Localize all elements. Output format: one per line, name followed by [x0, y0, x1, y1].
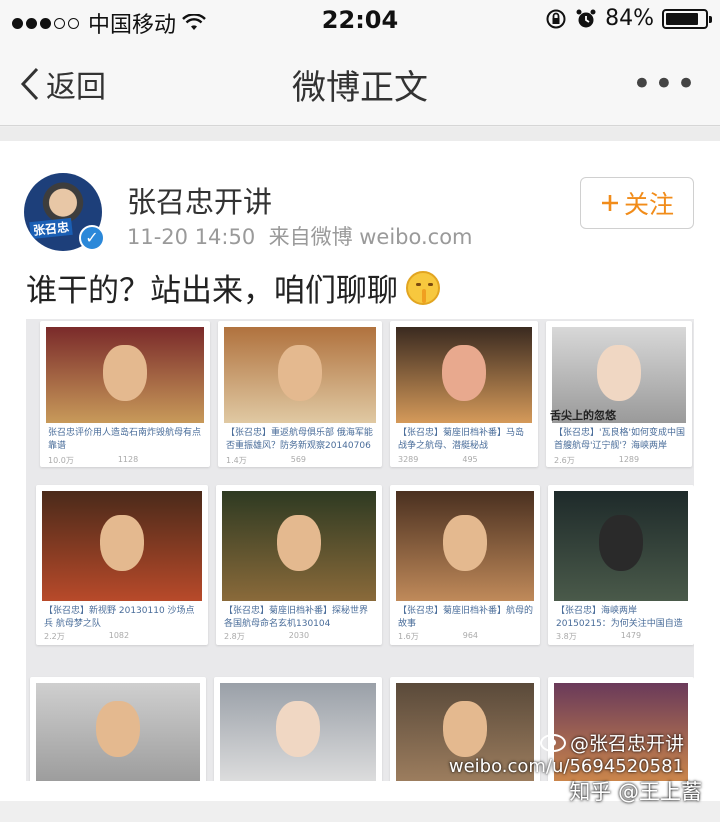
face-image: [442, 345, 486, 401]
face-image: [276, 701, 320, 757]
face-image: [597, 345, 641, 401]
section-divider: [0, 127, 720, 141]
post-time: 11-20 14:50: [127, 225, 256, 249]
battery-fill: [666, 12, 698, 25]
navigation-bar: 返回 微博正文 •••: [0, 40, 720, 126]
video-thumbnail: [214, 677, 382, 781]
battery-percent: 84%: [605, 6, 654, 31]
video-thumbnail: [30, 677, 206, 781]
thumbnail-caption: 【张召忠】菊座旧档补番】探秘世界各国航母命名玄机130104: [224, 606, 369, 629]
thumbnail-image: [46, 327, 204, 423]
face-image: [100, 515, 144, 571]
status-bar: 中国移动 22:04 84%: [0, 0, 720, 40]
post-meta: 11-20 14:50 来自微博 weibo.com: [127, 221, 473, 251]
video-thumbnail: 【张召忠】菊座旧档补番】航母的故事 1.6万 964: [390, 485, 540, 645]
post-card: 张召忠 ✓ 张召忠开讲 11-20 14:50 来自微博 weibo.com 关…: [0, 141, 720, 801]
thumbnail-caption: 【张召忠】海峡两岸20150215：为何关注中国自造航母: [556, 606, 683, 629]
thumbnail-image: [36, 683, 200, 781]
thumbnail-stats: 1.4万 569: [226, 455, 307, 465]
thumbnail-caption: 【张召忠】菊座旧档补番】马岛战争之航母、潜艇秘战: [398, 428, 525, 451]
thumbnail-image: [42, 491, 202, 601]
video-thumbnail: 【张召忠】菊座旧档补番】探秘世界各国航母命名玄机130104 2.8万 2030: [216, 485, 382, 645]
post-source: 来自微博 weibo.com: [268, 225, 473, 249]
thumbnail-stats: 1.6万 964: [398, 631, 479, 641]
thumbnail-stats: 3.8万 1479: [556, 631, 642, 641]
face-image: [103, 345, 147, 401]
status-right: 84%: [545, 6, 712, 31]
thumbnail-image: [222, 491, 376, 601]
overlay-title: 舌尖上的忽悠: [550, 409, 616, 422]
face-image: [443, 515, 487, 571]
author-name[interactable]: 张召忠开讲: [127, 179, 272, 221]
shush-face-icon: [406, 270, 440, 305]
post-image[interactable]: 张召忠评价用人造岛石南炸毁航母有点靠谱 10.0万 1128 【张召忠】重返航母俱…: [26, 319, 694, 781]
thumbnail-image: [224, 327, 376, 423]
thumbnail-caption: 张召忠评价用人造岛石南炸毁航母有点靠谱: [48, 428, 202, 451]
battery-icon: [662, 8, 712, 29]
video-thumbnail: 【张召忠】新视野 20130110 沙场点兵 航母梦之队 2.2万 1082: [36, 485, 208, 645]
more-options-button[interactable]: •••: [632, 64, 698, 104]
plus-icon: [601, 195, 618, 211]
thumbnail-stats: 2.2万 1082: [44, 631, 130, 641]
face-image: [96, 701, 140, 757]
face-image: [277, 515, 321, 571]
video-thumbnail: 张召忠评价用人造岛石南炸毁航母有点靠谱 10.0万 1128: [40, 321, 210, 467]
avatar-label: 张召忠: [29, 217, 73, 240]
watermark-name: @张召忠开讲: [569, 733, 684, 755]
weibo-logo-icon: [539, 733, 566, 752]
weibo-watermark: @张召忠开讲 weibo.com/u/5694520581: [449, 729, 684, 777]
thumbnail-image: [220, 683, 376, 781]
post-body: 谁干的？站出来，咱们聊聊: [26, 273, 398, 309]
follow-button[interactable]: 关注: [580, 177, 694, 229]
zhihu-watermark: 知乎 @王上蓄: [569, 780, 702, 804]
thumbnail-caption: 【张召忠】菊座旧档补番】航母的故事: [398, 606, 534, 629]
video-thumbnail: 【张召忠】菊座旧档补番】马岛战争之航母、潜艇秘战 3289 495: [390, 321, 538, 467]
thumbnail-stats: 10.0万 1128: [48, 455, 139, 465]
rotation-lock-icon: [546, 9, 566, 28]
thumbnail-stats: 2.8万 2030: [224, 631, 310, 641]
thumbnail-caption: 【张召忠】重返航母俱乐部 俄海军能否重振雄风？防务新观察20140706: [226, 428, 373, 451]
post-text: 谁干的？站出来，咱们聊聊: [26, 265, 440, 310]
verified-badge-icon: ✓: [79, 225, 105, 251]
page-title: 微博正文: [292, 68, 428, 108]
thumbnail-stats: 2.6万 1289: [554, 455, 640, 465]
thumbnail-image: [554, 491, 688, 601]
face-image: [599, 515, 643, 571]
face-image: [278, 345, 322, 401]
video-thumbnail: 【张召忠】海峡两岸20150215：为何关注中国自造航母 3.8万1479: [548, 485, 694, 645]
thumbnail-image: [396, 327, 532, 423]
follow-label: 关注: [623, 190, 674, 219]
watermark-url: weibo.com/u/5694520581: [448, 756, 684, 777]
thumbnail-image: [396, 491, 534, 601]
alarm-icon: [576, 9, 596, 27]
thumbnail-caption: 【张召忠】'瓦良格'如何变成中国首艘航母'辽宁舰'？海峡两岸: [554, 428, 685, 451]
video-thumbnail: 【张召忠】重返航母俱乐部 俄海军能否重振雄风？防务新观察20140706 1.4…: [218, 321, 382, 467]
thumbnail-caption: 【张召忠】新视野 20130110 沙场点兵 航母梦之队: [44, 606, 195, 629]
thumbnail-stats: 3289 495: [398, 455, 478, 464]
video-thumbnail: 【张召忠】'瓦良格'如何变成中国首艘航母'辽宁舰'？海峡两岸 2.6万 1289 …: [546, 321, 692, 467]
